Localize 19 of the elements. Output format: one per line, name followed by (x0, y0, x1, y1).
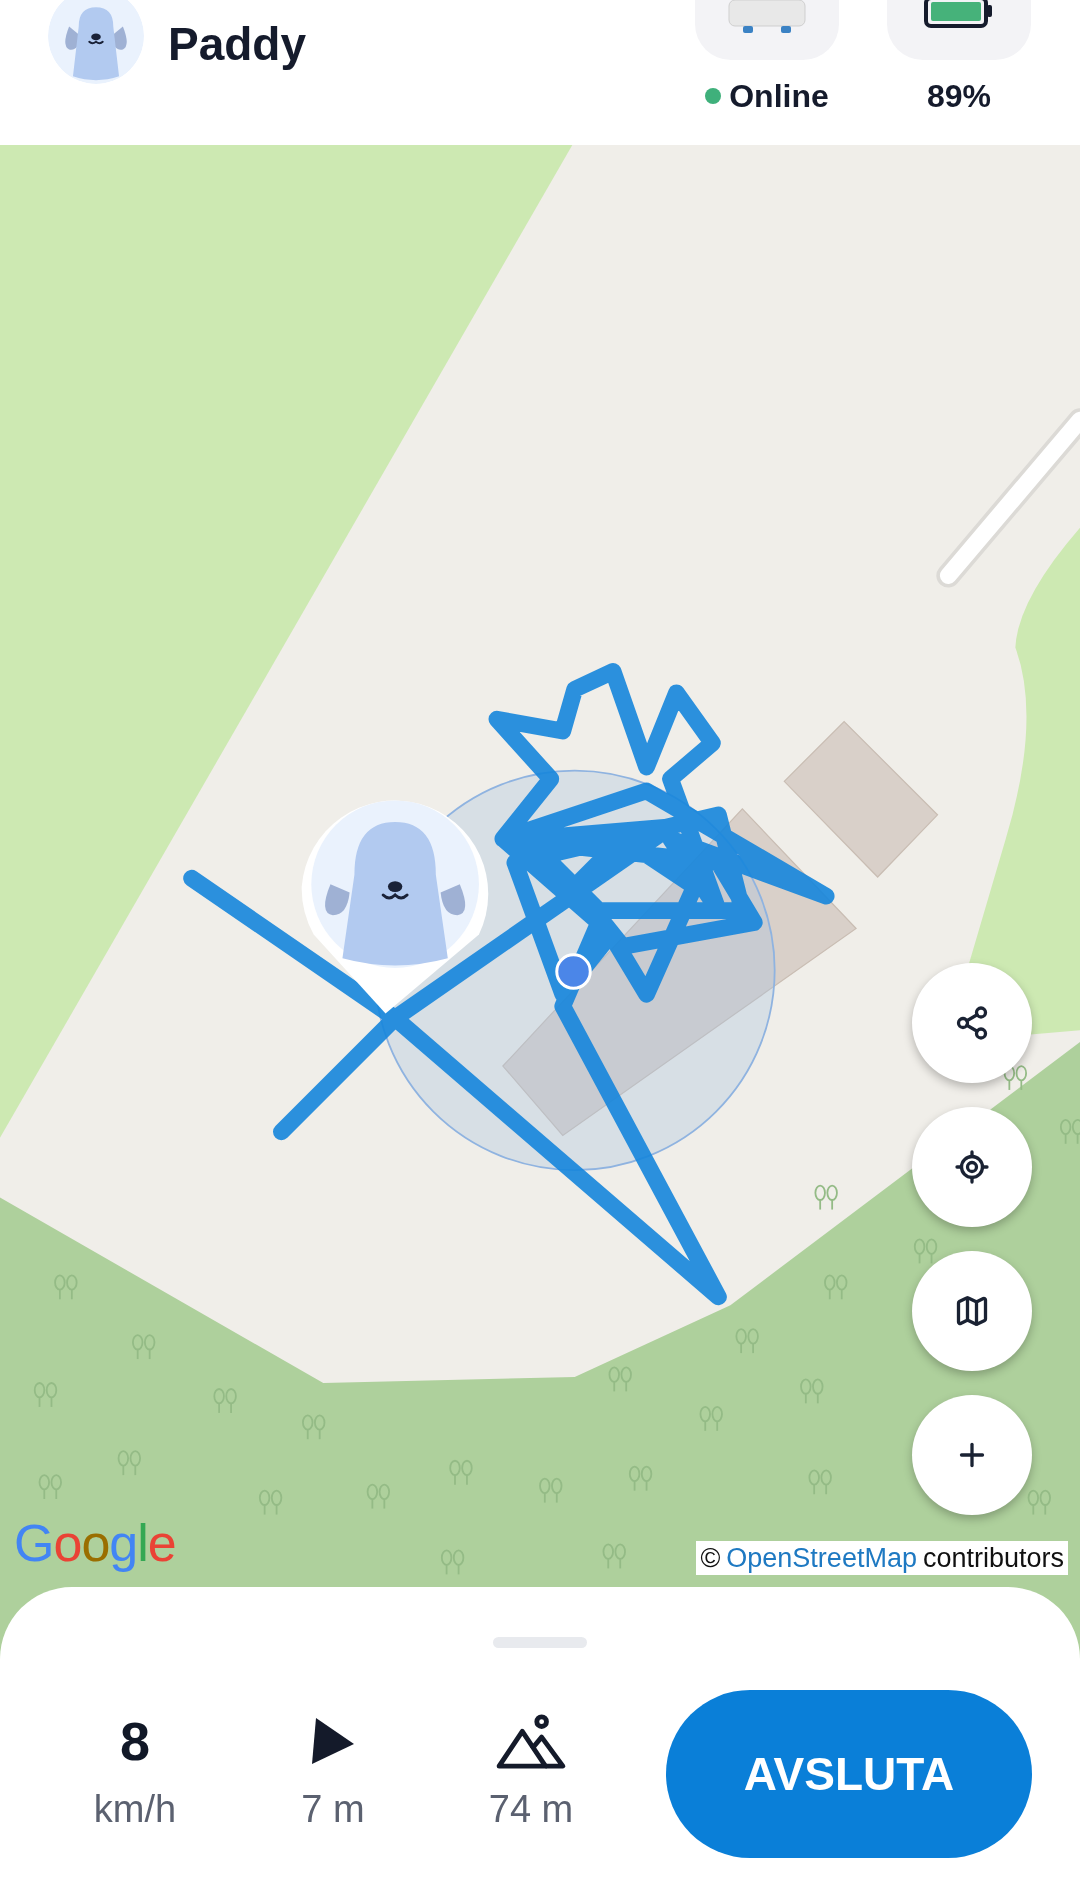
share-icon (954, 1005, 990, 1041)
openstreetmap-link[interactable]: OpenStreetMap (726, 1541, 917, 1575)
status-label: Online (729, 77, 829, 116)
tracker-device-icon (727, 0, 807, 36)
target-icon (954, 1149, 990, 1185)
map-icon (954, 1293, 990, 1329)
battery-percent: 89% (926, 77, 991, 116)
stat-label: 74 m (488, 1786, 574, 1832)
stat-label: 7 m (301, 1786, 365, 1832)
speed-value: 8 (119, 1710, 150, 1771)
map-logo: Google (14, 1515, 176, 1571)
battery-badge[interactable] (887, 0, 1031, 60)
end-button[interactable]: AVSLUTA (666, 1690, 1032, 1858)
mountain-icon (494, 1711, 568, 1770)
pet-name: Paddy (168, 17, 307, 72)
attribution-text: contributors (922, 1542, 1064, 1575)
battery-icon (923, 0, 995, 30)
stat-label: km/h (93, 1786, 177, 1832)
copyright-symbol: © (700, 1542, 721, 1575)
